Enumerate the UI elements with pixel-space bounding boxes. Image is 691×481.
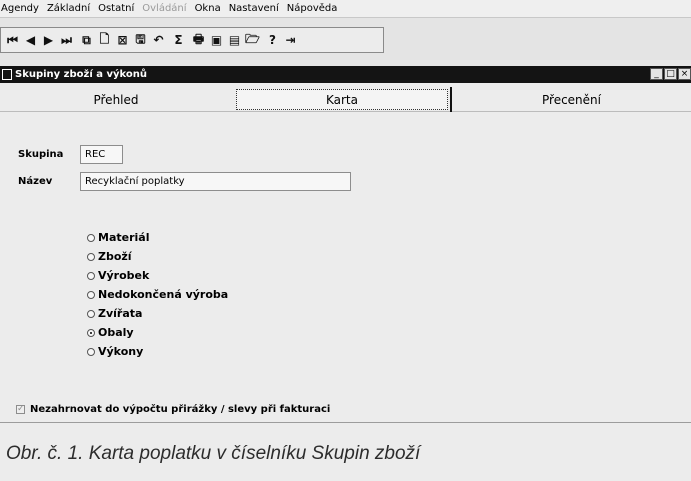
checkbox-label: Nezahrnovat do výpočtu přirážky / slevy … — [30, 404, 331, 415]
window-controls: _ □ × — [649, 68, 691, 80]
last-record-icon[interactable]: ⏭ — [58, 31, 75, 50]
radio-button[interactable] — [87, 233, 95, 242]
prev-record-icon[interactable]: ◀ — [22, 31, 39, 50]
category-radio-group: Materiál Zboží Výrobek Nedokončená výroba Zv… — [87, 228, 228, 361]
nazev-field[interactable]: Recyklační poplatky — [80, 172, 351, 191]
menu-agendy[interactable]: Agendy — [1, 3, 39, 14]
radio-button[interactable] — [87, 328, 95, 337]
radio-option[interactable]: Výrobek — [87, 266, 228, 285]
toolbar-strip: ⏮ ◀ ▶ ⏭ ⧉ 🗋 ⊠ 🖫 ↶ Σ 🖶 ▣ ▤ 🗁? ⇥ — [0, 27, 384, 53]
radio-button[interactable] — [87, 271, 95, 280]
nazev-label: Název — [18, 176, 53, 187]
radio-label: Zboží — [98, 250, 132, 263]
exclude-markup-checkbox[interactable]: ✓ Nezahrnovat do výpočtu přirážky / slev… — [16, 404, 330, 415]
menu-ostatni[interactable]: Ostatní — [98, 3, 134, 14]
skupina-field[interactable]: REC — [80, 145, 123, 164]
radio-label: Obaly — [98, 326, 134, 339]
menu-napoveda[interactable]: Nápověda — [287, 3, 338, 14]
radio-option[interactable]: Zboží — [87, 247, 228, 266]
radio-option[interactable]: Nedokončená výroba — [87, 285, 228, 304]
menu-nastaveni[interactable]: Nastavení — [229, 3, 279, 14]
copy-record-icon[interactable]: ⧉ — [78, 31, 95, 50]
radio-button[interactable] — [87, 309, 95, 318]
tab-prehled[interactable]: Přehled — [0, 89, 232, 110]
radio-label: Nedokončená výroba — [98, 288, 229, 301]
radio-option[interactable]: Výkony — [87, 342, 228, 361]
radio-button[interactable] — [87, 347, 95, 356]
checkbox-box[interactable]: ✓ — [16, 405, 25, 414]
first-record-icon[interactable]: ⏮ — [4, 31, 21, 50]
undo-icon[interactable]: ↶ — [150, 31, 167, 50]
tab-bar: Přehled Karta Přecenění — [0, 87, 691, 112]
window-title: Skupiny zboží a výkonů — [15, 69, 148, 80]
print-icon[interactable]: 🖶 — [190, 31, 207, 50]
close-button[interactable]: × — [678, 68, 691, 80]
window-icon — [2, 69, 12, 80]
radio-label: Materiál — [98, 231, 150, 244]
menu-zakladni[interactable]: Základní — [47, 3, 90, 14]
radio-option[interactable]: Zvířata — [87, 304, 228, 323]
print-preview-icon[interactable]: ▣ — [208, 31, 225, 50]
figure-caption: Obr. č. 1. Karta poplatku v číselníku Sk… — [6, 443, 421, 464]
radio-label: Výkony — [98, 345, 144, 358]
maximize-button[interactable]: □ — [664, 68, 677, 80]
next-record-icon[interactable]: ▶ — [40, 31, 57, 50]
tab-preceneni[interactable]: Přecenění — [452, 89, 691, 110]
skupina-label: Skupina — [18, 149, 64, 160]
save-icon[interactable]: 🖫 — [132, 31, 149, 50]
export-icon[interactable]: ▤ — [226, 31, 243, 50]
minimize-button[interactable]: _ — [650, 68, 663, 80]
sum-icon[interactable]: Σ — [170, 31, 187, 50]
help-icon[interactable]: ? — [264, 31, 281, 50]
window-titlebar: Skupiny zboží a výkonů _ □ × — [0, 66, 691, 83]
radio-option[interactable]: Obaly — [87, 323, 228, 342]
new-record-icon[interactable]: 🗋 — [96, 31, 113, 50]
menu-okna[interactable]: Okna — [195, 3, 221, 14]
radio-button[interactable] — [87, 290, 95, 299]
toolbar: ⏮ ◀ ▶ ⏭ ⧉ 🗋 ⊠ 🖫 ↶ Σ 🖶 ▣ ▤ 🗁? ⇥ — [0, 18, 691, 60]
menu-bar: Agendy Základní Ostatní Ovládání Okna Na… — [0, 0, 691, 18]
radio-label: Zvířata — [98, 307, 143, 320]
window-skupiny: Skupiny zboží a výkonů _ □ × Přehled Kar… — [0, 66, 691, 422]
radio-button[interactable] — [87, 252, 95, 261]
tab-karta[interactable]: Karta — [236, 89, 448, 110]
radio-label: Výrobek — [98, 269, 150, 282]
exit-icon[interactable]: ⇥ — [282, 31, 299, 50]
menu-ovladani: Ovládání — [142, 3, 187, 14]
radio-option[interactable]: Materiál — [87, 228, 228, 247]
delete-record-icon[interactable]: ⊠ — [114, 31, 131, 50]
figure-caption-area: Obr. č. 1. Karta poplatku v číselníku Sk… — [0, 422, 691, 481]
open-folder-icon[interactable]: 🗁 — [244, 31, 261, 50]
